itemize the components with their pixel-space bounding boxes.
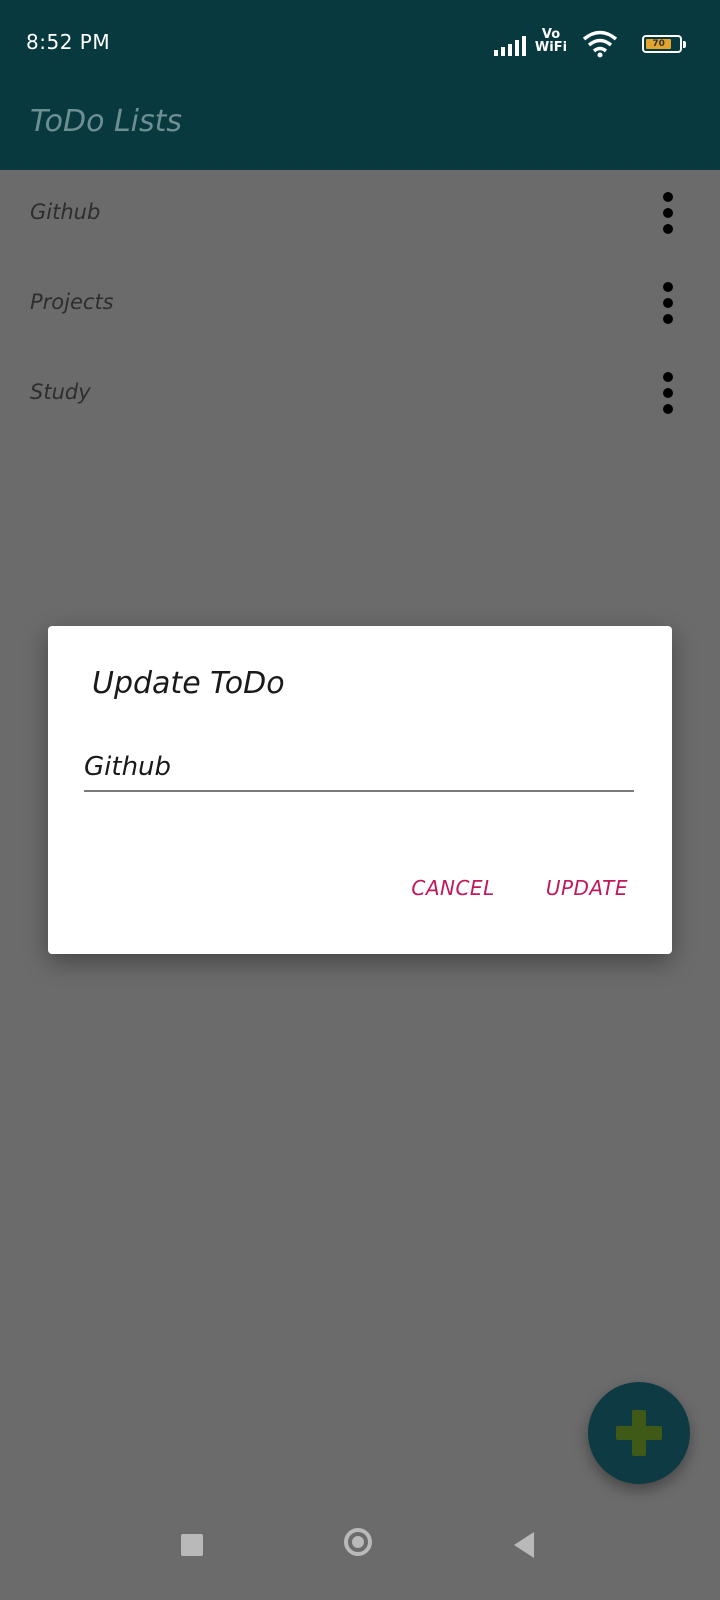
update-button[interactable]: UPDATE	[546, 876, 628, 900]
dialog-title: Update ToDo	[92, 666, 285, 701]
app-bar: ToDo Lists	[0, 90, 720, 170]
list-item[interactable]: Projects	[0, 260, 720, 350]
battery-icon: 70	[642, 35, 686, 53]
update-todo-dialog: Update ToDo CANCEL UPDATE	[48, 626, 672, 954]
home-icon[interactable]	[344, 1528, 372, 1556]
list-item-label: Projects	[30, 290, 114, 314]
dialog-actions: CANCEL UPDATE	[365, 876, 628, 908]
wifi-icon	[582, 30, 618, 58]
status-icons: Vo WiFi 70	[448, 28, 688, 60]
app-title: ToDo Lists	[30, 104, 183, 139]
add-todo-button[interactable]	[588, 1382, 690, 1484]
list-item[interactable]: Github	[0, 170, 720, 260]
list-item-label: Github	[30, 200, 101, 224]
more-vert-icon[interactable]	[662, 372, 674, 416]
list-item[interactable]: Study	[0, 350, 720, 440]
recents-icon[interactable]	[181, 1534, 203, 1556]
more-vert-icon[interactable]	[662, 192, 674, 236]
back-icon[interactable]	[514, 1532, 534, 1558]
list-item-label: Study	[30, 380, 91, 404]
status-bar: 8:52 PM Vo WiFi 70	[0, 0, 720, 90]
todo-list: Github Projects Study	[0, 170, 720, 440]
battery-level: 70	[646, 39, 672, 49]
signal-icon	[494, 36, 526, 56]
cancel-button[interactable]: CANCEL	[411, 876, 494, 900]
todo-name-input[interactable]	[84, 744, 634, 792]
vowifi-icon: Vo WiFi	[534, 27, 568, 55]
status-time: 8:52 PM	[26, 30, 111, 54]
more-vert-icon[interactable]	[662, 282, 674, 326]
plus-icon	[616, 1410, 662, 1456]
navigation-bar	[0, 1510, 720, 1600]
